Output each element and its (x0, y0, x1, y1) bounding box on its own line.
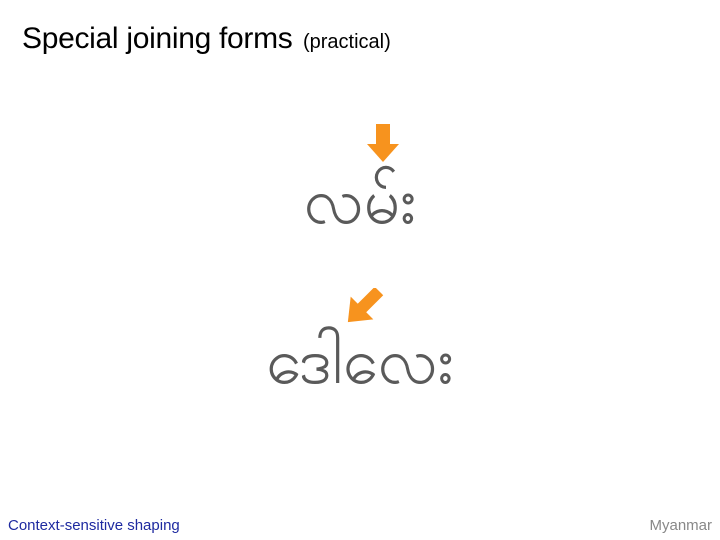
myanmar-example-1: လမ်း (303, 165, 417, 239)
myanmar-example-2: ဒေါလေး (266, 325, 454, 399)
slide-title: Special joining forms (practical) (22, 22, 391, 56)
footer-topic: Context-sensitive shaping (8, 517, 180, 534)
footer-script-name: Myanmar (649, 517, 712, 534)
diagonal-arrow-icon (347, 288, 384, 323)
down-arrow-icon (367, 124, 399, 162)
title-main: Special joining forms (22, 22, 293, 55)
slide: Special joining forms (practical) လမ်း ဒ… (0, 0, 720, 540)
title-subtitle: (practical) (302, 31, 391, 53)
